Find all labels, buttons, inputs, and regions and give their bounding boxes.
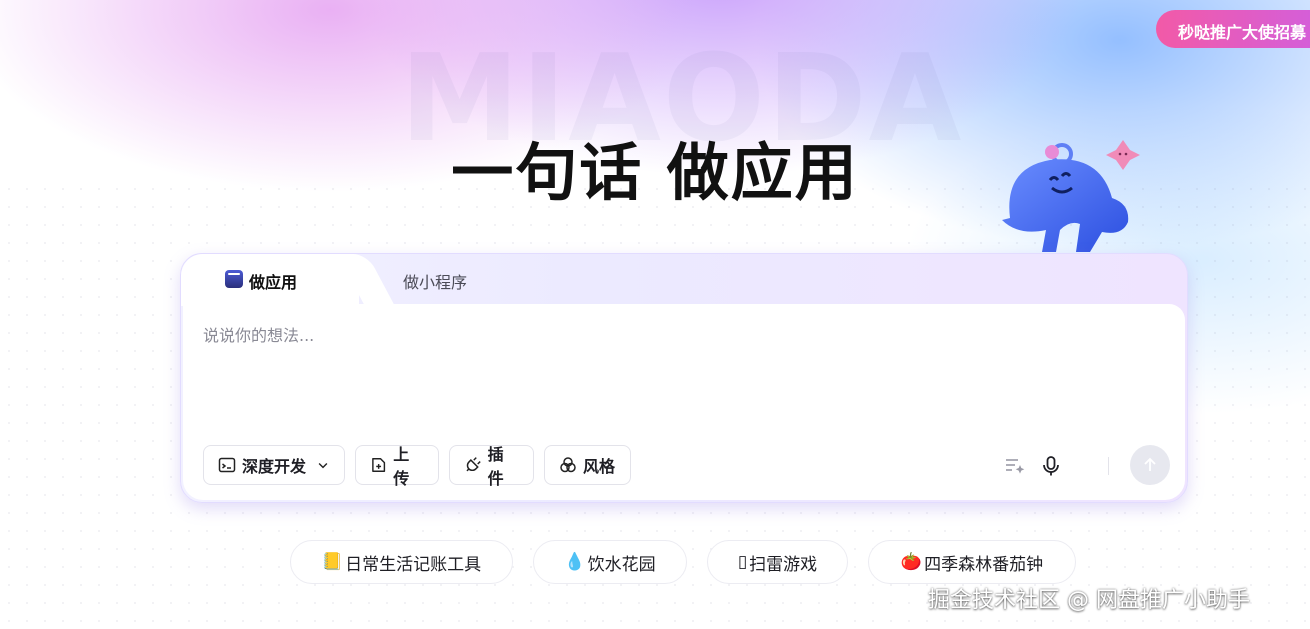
tab-make-mini-program[interactable]: 做小程序 [403, 269, 467, 293]
deep-dev-label: 深度开发 [242, 457, 307, 476]
app-window-icon [225, 270, 243, 288]
tab-make-app[interactable]: 做应用 [249, 269, 297, 293]
suggestion-chip[interactable]: 🍅 四季森林番茄钟 [868, 540, 1076, 584]
style-button[interactable]: 风格 [544, 445, 631, 485]
suggestion-chip[interactable]: ▯ 扫雷游戏 [707, 540, 848, 584]
tomato-icon: 🍅 [900, 552, 923, 572]
style-label: 风格 [583, 457, 616, 476]
suggestion-label: 饮水花园 [587, 554, 656, 575]
suggestion-chip[interactable]: 💧 饮水花园 [533, 540, 687, 584]
deep-dev-dropdown[interactable]: 深度开发 [203, 445, 345, 485]
water-drop-icon: 💧 [564, 552, 586, 572]
file-plus-icon [372, 458, 386, 472]
list-sparkle-icon[interactable] [1003, 454, 1027, 478]
upload-button[interactable]: 上传 [355, 445, 439, 488]
suggestion-chip[interactable]: 📒 日常生活记账工具 [290, 540, 513, 584]
microphone-icon[interactable] [1039, 454, 1063, 478]
notebook-icon: 📒 [321, 552, 344, 572]
prompt-composer: 做应用 做小程序 深度开发 上传 [180, 253, 1188, 503]
arrow-up-icon [1144, 457, 1156, 471]
suggestion-label: 四季森林番茄钟 [924, 554, 1044, 575]
plugin-button[interactable]: 插件 [449, 445, 534, 488]
suggestion-label: 扫雷游戏 [749, 554, 818, 575]
three-circles-icon [560, 457, 576, 473]
prompt-card: 深度开发 上传 插件 [183, 304, 1185, 500]
page-watermark: 掘金技术社区 @ 网盘推广小助手 [928, 588, 1250, 613]
terminal-window-icon [218, 457, 236, 473]
idea-input[interactable] [203, 322, 1163, 422]
missing-glyph-icon: ▯ [737, 552, 748, 572]
upload-label: 上传 [393, 445, 410, 488]
chevron-down-icon [318, 462, 328, 469]
plug-icon [466, 457, 481, 472]
suggestion-label: 日常生活记账工具 [345, 554, 482, 575]
toolbar-divider [1108, 457, 1109, 475]
send-button[interactable] [1130, 445, 1170, 485]
mascot-illustration [1002, 140, 1140, 252]
promo-ambassador-button[interactable]: 秒哒推广大使招募 [1156, 10, 1310, 48]
plugin-label: 插件 [487, 445, 504, 488]
